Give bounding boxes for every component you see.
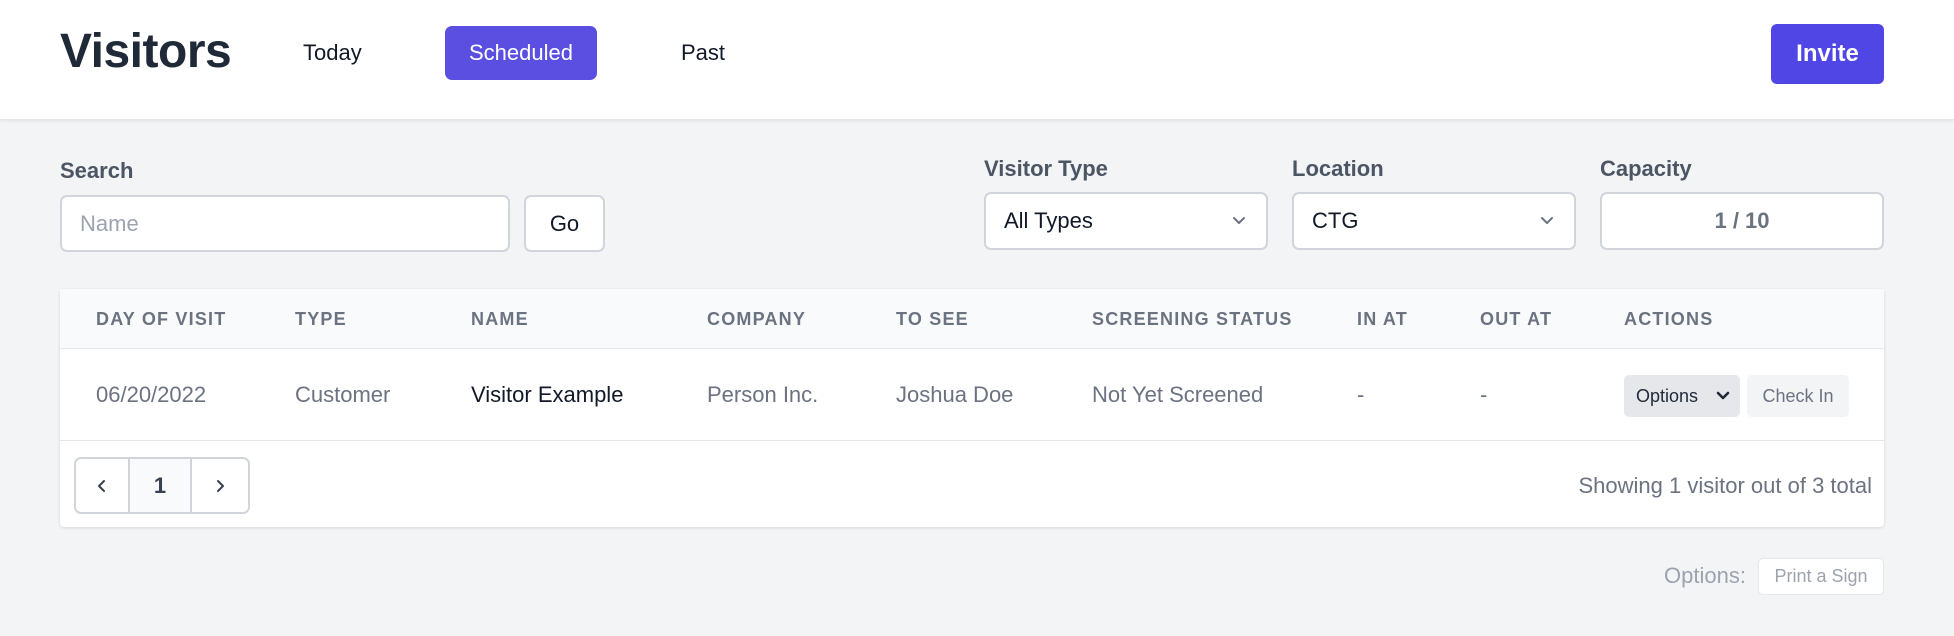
go-button[interactable]: Go bbox=[524, 195, 605, 252]
row-options-button[interactable]: Options bbox=[1624, 375, 1740, 417]
table-header: DAY OF VISIT TYPE NAME COMPANY TO SEE SC… bbox=[60, 289, 1884, 349]
column-header-type: TYPE bbox=[295, 309, 347, 329]
cell-name: Visitor Example bbox=[471, 382, 624, 407]
top-header: Visitors Today Scheduled Past Invite bbox=[0, 0, 1954, 120]
page-title: Visitors bbox=[60, 25, 232, 78]
tab-past[interactable]: Past bbox=[657, 26, 749, 80]
page-number-button[interactable]: 1 bbox=[130, 459, 192, 512]
cell-day: 06/20/2022 bbox=[96, 382, 207, 407]
location-label: Location bbox=[1292, 156, 1384, 181]
column-header-screening: SCREENING STATUS bbox=[1092, 309, 1293, 329]
print-sign-button[interactable]: Print a Sign bbox=[1758, 558, 1884, 595]
cell-type: Customer bbox=[295, 382, 391, 407]
table-row: 06/20/2022 Customer Visitor Example Pers… bbox=[60, 349, 1884, 441]
capacity-value: 1 / 10 bbox=[1600, 192, 1884, 250]
location-select[interactable]: CTG bbox=[1292, 192, 1576, 250]
column-header-out-at: OUT AT bbox=[1480, 309, 1553, 329]
chevron-right-icon bbox=[217, 480, 224, 492]
column-header-to-see: TO SEE bbox=[896, 309, 969, 329]
chevron-left-icon bbox=[98, 480, 105, 492]
footer-options-label: Options: bbox=[1664, 563, 1746, 588]
column-header-in-at: IN AT bbox=[1357, 309, 1408, 329]
prev-page-button[interactable] bbox=[76, 459, 130, 512]
tab-today[interactable]: Today bbox=[279, 26, 386, 80]
visitor-type-select[interactable]: All Types bbox=[984, 192, 1268, 250]
chevron-down-icon bbox=[1716, 391, 1730, 400]
cell-company: Person Inc. bbox=[707, 382, 819, 407]
check-in-button[interactable]: Check In bbox=[1747, 375, 1849, 417]
visitors-table: DAY OF VISIT TYPE NAME COMPANY TO SEE SC… bbox=[60, 289, 1884, 527]
search-label: Search bbox=[60, 158, 134, 183]
chevron-down-icon bbox=[1541, 217, 1553, 224]
cell-to-see: Joshua Doe bbox=[896, 382, 1014, 407]
cell-in-at: - bbox=[1357, 382, 1365, 407]
column-header-day: DAY OF VISIT bbox=[96, 309, 227, 329]
results-summary: Showing 1 visitor out of 3 total bbox=[1578, 473, 1873, 498]
column-header-actions: ACTIONS bbox=[1624, 309, 1714, 329]
cell-screening-status: Not Yet Screened bbox=[1092, 382, 1264, 407]
invite-button[interactable]: Invite bbox=[1771, 24, 1884, 84]
cell-out-at: - bbox=[1480, 382, 1488, 407]
search-input[interactable] bbox=[60, 195, 510, 252]
column-header-name: NAME bbox=[471, 309, 529, 329]
tab-scheduled[interactable]: Scheduled bbox=[445, 26, 597, 80]
pagination: 1 bbox=[74, 457, 250, 514]
chevron-down-icon bbox=[1233, 217, 1245, 224]
capacity-label: Capacity bbox=[1600, 156, 1692, 181]
column-header-company: COMPANY bbox=[707, 309, 807, 329]
visitor-type-value: All Types bbox=[1004, 208, 1093, 233]
location-value: CTG bbox=[1312, 208, 1359, 233]
row-options-label: Options bbox=[1636, 386, 1699, 406]
visitor-type-label: Visitor Type bbox=[984, 156, 1108, 181]
next-page-button[interactable] bbox=[192, 459, 248, 512]
